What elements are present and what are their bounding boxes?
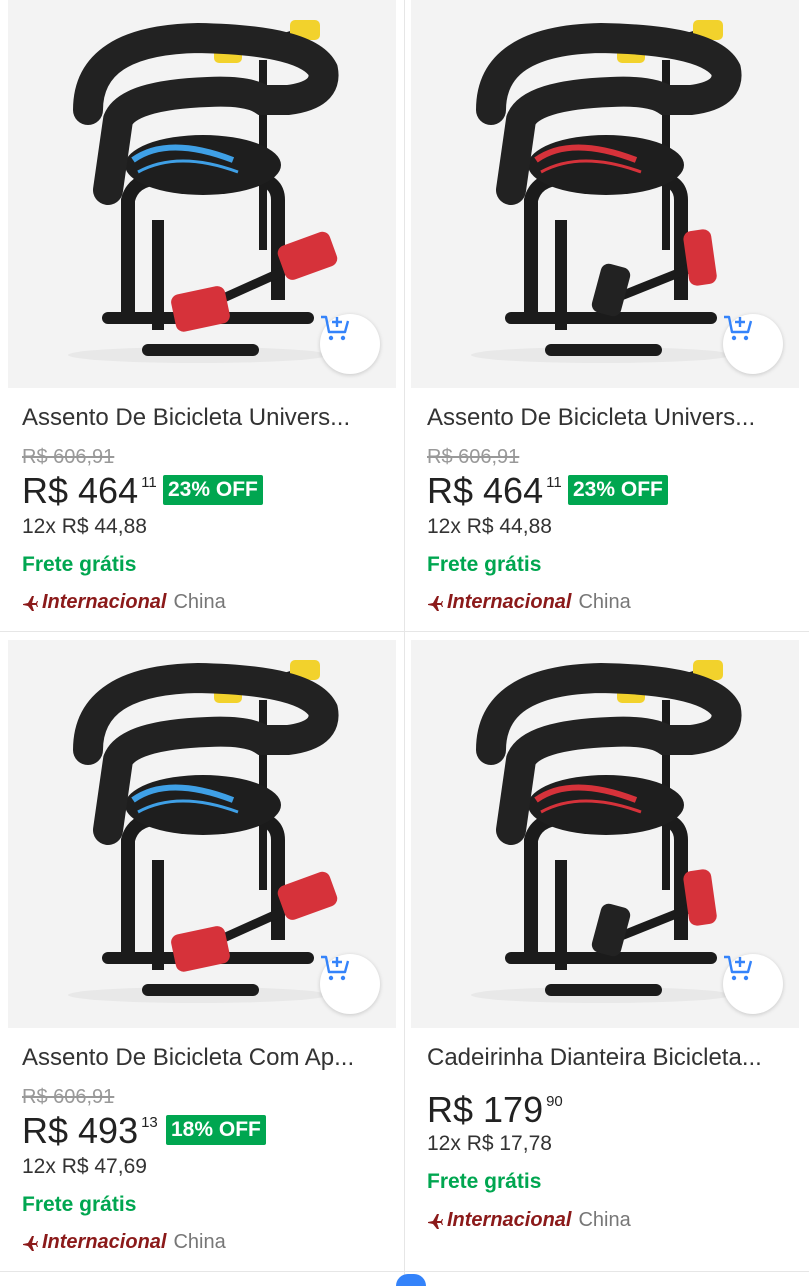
current-price: R$ 464 11 (427, 473, 562, 509)
original-price: R$ 606,91 (22, 446, 115, 468)
product-card[interactable]: Cadeirinha Dianteira Bicicleta... R$ 179… (405, 640, 809, 1272)
add-to-cart-icon (724, 315, 753, 341)
free-shipping: Frete grátis (22, 553, 137, 576)
current-price: R$ 179 90 (427, 1092, 563, 1128)
current-price: R$ 464 11 (22, 473, 157, 509)
discount-badge: 18% OFF (166, 1115, 266, 1145)
product-title[interactable]: Assento De Bicicleta Com Ap... (22, 1044, 382, 1072)
plane-icon (428, 1213, 443, 1229)
international-origin: Internacional China (22, 1231, 226, 1254)
plane-icon (23, 1235, 38, 1251)
price-cents: 11 (141, 474, 157, 491)
original-price: R$ 606,91 (427, 446, 520, 468)
discount-badge: 23% OFF (163, 475, 263, 505)
installments: 12x R$ 47,69 (22, 1155, 147, 1178)
installments: 12x R$ 44,88 (22, 515, 147, 538)
grid-divider-horizontal (0, 631, 809, 632)
free-shipping: Frete grátis (427, 1170, 542, 1193)
discount-badge: 23% OFF (568, 475, 668, 505)
product-image[interactable] (411, 640, 799, 1028)
product-image[interactable] (8, 0, 396, 388)
add-to-cart-button[interactable] (723, 954, 783, 1014)
add-to-cart-button[interactable] (723, 314, 783, 374)
product-image[interactable] (8, 640, 396, 1028)
product-card[interactable]: Assento De Bicicleta Com Ap... R$ 606,91… (0, 640, 404, 1272)
free-shipping: Frete grátis (427, 553, 542, 576)
scroll-indicator (396, 1274, 426, 1286)
price-integer: R$ 493 (22, 1110, 139, 1151)
product-image[interactable] (411, 0, 799, 388)
product-card[interactable]: Assento De Bicicleta Univers... R$ 606,9… (0, 0, 404, 631)
price-cents: 90 (546, 1093, 563, 1110)
origin-country: China (173, 1231, 226, 1253)
international-label: Internacional (447, 591, 572, 613)
free-shipping: Frete grátis (22, 1193, 137, 1216)
add-to-cart-icon (321, 315, 350, 341)
plane-icon (23, 595, 38, 611)
product-card[interactable]: Assento De Bicicleta Univers... R$ 606,9… (405, 0, 809, 631)
add-to-cart-button[interactable] (320, 954, 380, 1014)
price-integer: R$ 464 (427, 470, 544, 511)
add-to-cart-button[interactable] (320, 314, 380, 374)
installments: 12x R$ 17,78 (427, 1132, 552, 1155)
product-title[interactable]: Assento De Bicicleta Univers... (427, 404, 787, 432)
current-price: R$ 493 13 (22, 1113, 158, 1149)
international-label: Internacional (42, 1231, 167, 1253)
price-cents: 11 (546, 474, 562, 491)
international-label: Internacional (447, 1209, 572, 1231)
international-origin: Internacional China (427, 1209, 631, 1232)
origin-country: China (578, 591, 631, 613)
origin-country: China (578, 1209, 631, 1231)
original-price: R$ 606,91 (22, 1086, 115, 1108)
international-origin: Internacional China (427, 591, 631, 614)
bottom-divider (0, 1271, 809, 1272)
plane-icon (428, 595, 443, 611)
price-integer: R$ 464 (22, 470, 139, 511)
add-to-cart-icon (724, 955, 753, 981)
international-label: Internacional (42, 591, 167, 613)
installments: 12x R$ 44,88 (427, 515, 552, 538)
price-cents: 13 (141, 1114, 158, 1131)
price-integer: R$ 179 (427, 1089, 544, 1130)
add-to-cart-icon (321, 955, 350, 981)
origin-country: China (173, 591, 226, 613)
product-title[interactable]: Cadeirinha Dianteira Bicicleta... (427, 1044, 787, 1072)
product-title[interactable]: Assento De Bicicleta Univers... (22, 404, 382, 432)
international-origin: Internacional China (22, 591, 226, 614)
